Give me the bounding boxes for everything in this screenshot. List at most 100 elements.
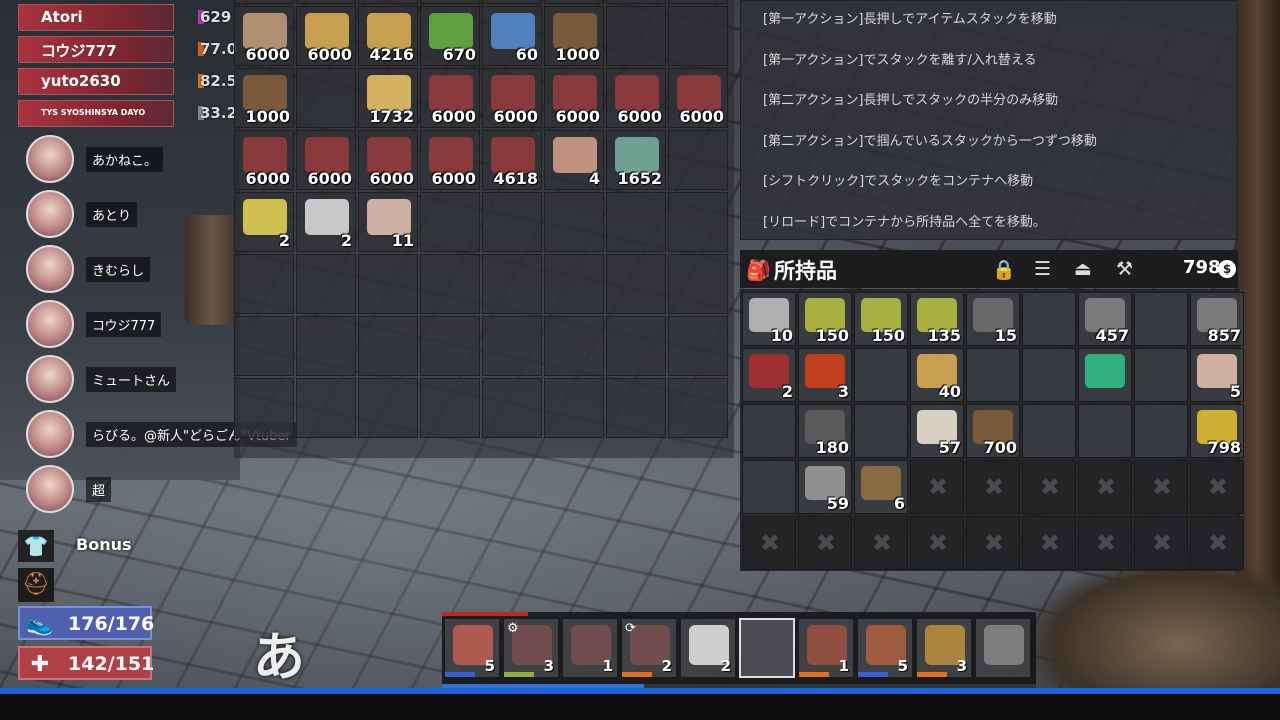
loot-slot[interactable]: 2 — [296, 192, 356, 252]
backpack-slot[interactable]: 6 — [854, 460, 908, 514]
toolbelt-slot[interactable] — [739, 618, 795, 678]
toolbelt-slot[interactable]: 5 — [857, 618, 913, 678]
toolbelt-slot[interactable]: ⟳ 2 — [621, 618, 677, 678]
backpack-slot[interactable] — [1078, 404, 1132, 458]
loot-slot[interactable]: 11 — [358, 192, 418, 252]
loot-slot[interactable] — [234, 378, 294, 438]
loot-slot[interactable] — [482, 254, 542, 314]
backpack-slot[interactable]: 150 — [854, 292, 908, 346]
loot-slot[interactable]: 4618 — [482, 130, 542, 190]
toolbelt-slot[interactable] — [975, 618, 1031, 678]
loot-slot[interactable]: 2101 — [234, 0, 294, 4]
backpack-slot[interactable] — [742, 404, 796, 458]
backpack-slot[interactable] — [854, 404, 908, 458]
loot-slot[interactable]: 2 — [234, 192, 294, 252]
loot-slot[interactable] — [482, 378, 542, 438]
toolbelt-slot[interactable]: 3 — [916, 618, 972, 678]
loot-slot[interactable] — [606, 254, 666, 314]
loot-slot[interactable] — [420, 192, 480, 252]
backpack-slot[interactable]: 798 — [1190, 404, 1244, 458]
backpack-slot[interactable]: 59 — [798, 460, 852, 514]
backpack-slot[interactable] — [742, 460, 796, 514]
loot-slot[interactable]: 6000 — [358, 130, 418, 190]
loot-slot[interactable] — [606, 316, 666, 376]
loot-slot[interactable]: 6000 — [482, 0, 542, 4]
toolbelt-slot[interactable]: ⚙ 3 — [503, 618, 559, 678]
loot-slot[interactable] — [358, 254, 418, 314]
loot-slot[interactable]: 6000 — [482, 68, 542, 128]
backpack-slot[interactable]: 2 — [742, 348, 796, 402]
loot-slot[interactable] — [420, 254, 480, 314]
loot-slot[interactable]: 4 — [544, 130, 604, 190]
backpack-slot[interactable]: 180 — [798, 404, 852, 458]
video-progress-line[interactable] — [0, 688, 1280, 694]
loot-slot[interactable] — [482, 192, 542, 252]
loot-slot[interactable] — [234, 316, 294, 376]
backpack-slot[interactable]: 15 — [966, 292, 1020, 346]
loot-slot[interactable] — [668, 254, 728, 314]
backpack-slot[interactable]: 150 — [798, 292, 852, 346]
loot-slot[interactable]: 6000 — [234, 130, 294, 190]
loot-slot[interactable]: 1 — [420, 0, 480, 4]
backpack-slot[interactable]: 857 — [1190, 292, 1244, 346]
backpack-slot[interactable]: 10 — [742, 292, 796, 346]
backpack-slot[interactable] — [1078, 348, 1132, 402]
loot-slot[interactable] — [296, 68, 356, 128]
backpack-slot[interactable] — [854, 348, 908, 402]
loot-slot[interactable]: 1000 — [234, 68, 294, 128]
loot-slot[interactable]: 6000 — [544, 68, 604, 128]
loot-slot[interactable]: 2 — [358, 0, 418, 4]
loot-slot[interactable] — [296, 254, 356, 314]
loot-slot[interactable] — [544, 378, 604, 438]
loot-slot[interactable] — [296, 0, 356, 4]
loot-slot[interactable] — [420, 316, 480, 376]
loot-slot[interactable]: 6000 — [606, 68, 666, 128]
loot-slot[interactable]: 6000 — [668, 68, 728, 128]
backpack-slot[interactable]: 57 — [910, 404, 964, 458]
loot-slot[interactable]: 670 — [420, 6, 480, 66]
loot-slot[interactable] — [482, 316, 542, 376]
backpack-slot[interactable]: 457 — [1078, 292, 1132, 346]
loot-slot[interactable] — [668, 6, 728, 66]
loot-slot[interactable]: 6000 — [420, 68, 480, 128]
loot-slot[interactable] — [420, 378, 480, 438]
loot-slot[interactable]: 6000 — [544, 0, 604, 4]
loot-slot[interactable]: 4216 — [358, 6, 418, 66]
loot-slot[interactable] — [544, 316, 604, 376]
backpack-slot[interactable]: 3 — [798, 348, 852, 402]
backpack-slot[interactable]: 135 — [910, 292, 964, 346]
loot-slot[interactable]: 6000 — [606, 0, 666, 4]
loot-slot[interactable]: 6000 — [296, 6, 356, 66]
backpack-slot[interactable]: 40 — [910, 348, 964, 402]
loot-slot[interactable]: 1652 — [606, 130, 666, 190]
loot-slot[interactable] — [668, 316, 728, 376]
loot-slot[interactable]: 6000 — [234, 6, 294, 66]
backpack-slot[interactable]: 5 — [1190, 348, 1244, 402]
loot-slot[interactable] — [606, 6, 666, 66]
loot-slot[interactable] — [668, 192, 728, 252]
loot-slot[interactable]: 6000 — [668, 0, 728, 4]
backpack-slot[interactable] — [1134, 292, 1188, 346]
backpack-slot[interactable] — [1022, 348, 1076, 402]
toolbelt-slot[interactable]: 2 — [680, 618, 736, 678]
loot-slot[interactable] — [234, 254, 294, 314]
loot-slot[interactable] — [544, 192, 604, 252]
loot-slot[interactable]: 6000 — [296, 130, 356, 190]
backpack-slot[interactable]: 700 — [966, 404, 1020, 458]
backpack-slot[interactable] — [1022, 404, 1076, 458]
loot-slot[interactable] — [358, 316, 418, 376]
lock-icon[interactable]: 🔒 — [992, 258, 1016, 281]
backpack-slot[interactable] — [1134, 348, 1188, 402]
craft-icon[interactable]: ⚒ — [1116, 258, 1133, 280]
loot-slot[interactable] — [544, 254, 604, 314]
toolbelt-slot[interactable]: 1 — [798, 618, 854, 678]
loot-slot[interactable] — [296, 378, 356, 438]
loot-slot[interactable]: 1732 — [358, 68, 418, 128]
loot-slot[interactable] — [358, 378, 418, 438]
backpack-slot[interactable] — [1134, 404, 1188, 458]
backpack-slot[interactable] — [1022, 292, 1076, 346]
loot-slot[interactable]: 6000 — [420, 130, 480, 190]
loot-slot[interactable] — [606, 192, 666, 252]
loot-slot[interactable] — [606, 378, 666, 438]
loot-slot[interactable]: 60 — [482, 6, 542, 66]
